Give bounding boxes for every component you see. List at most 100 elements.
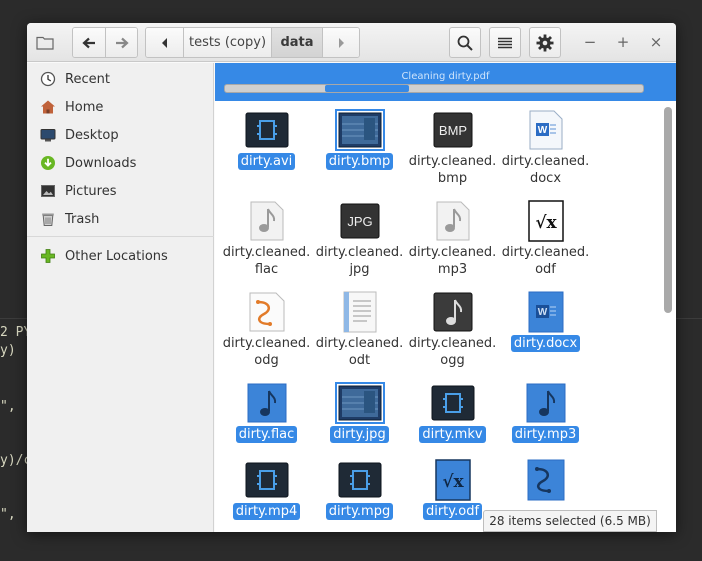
terminal-line: y) — [0, 343, 16, 358]
file-audio-icon — [430, 201, 476, 241]
close-button[interactable]: × — [645, 31, 667, 53]
home-icon — [40, 99, 56, 115]
file-name-label: dirty.flac — [235, 426, 298, 443]
file-item[interactable]: dirty.cleaned. odt — [313, 291, 406, 369]
file-name-label: dirty.cleaned. odg — [222, 336, 311, 368]
sidebar-item-recent[interactable]: Recent — [27, 65, 214, 93]
file-item[interactable]: dirty.mp4 — [220, 461, 313, 520]
sidebar: Recent Home Desktop Downloads Pictures T… — [27, 63, 214, 532]
file-item[interactable]: JPG dirty.cleaned. jpg — [313, 202, 406, 278]
sidebar-item-label: Trash — [65, 211, 100, 227]
sidebar-item-desktop[interactable]: Desktop — [27, 121, 214, 149]
sidebar-item-label: Recent — [65, 71, 110, 87]
file-item[interactable]: BMP dirty.cleaned. bmp — [406, 111, 499, 187]
sidebar-item-other-locations[interactable]: Other Locations — [27, 242, 214, 270]
sidebar-item-home[interactable]: Home — [27, 93, 214, 121]
file-item[interactable]: dirty.flac — [220, 383, 313, 443]
file-name-label: dirty.cleaned. odt — [315, 336, 404, 368]
file-item[interactable]: Wdirty.docx — [499, 291, 592, 352]
file-item[interactable]: dirty.cleaned. mp3 — [406, 201, 499, 278]
sidebar-item-label: Downloads — [65, 155, 137, 171]
file-name-label: dirty.cleaned. flac — [222, 245, 311, 277]
file-view: Cleaning dirty.pdf dirty.avi dirty.bmp BMP… — [215, 63, 676, 532]
minimize-icon: − — [583, 33, 597, 51]
app-menu-button[interactable] — [529, 27, 561, 58]
vertical-scrollbar[interactable] — [664, 107, 672, 313]
file-name-label: dirty.mp3 — [511, 426, 580, 443]
file-item[interactable]: dirty.cleaned. odg — [220, 292, 313, 369]
file-video-icon — [244, 111, 290, 149]
search-button[interactable] — [449, 27, 481, 58]
maximize-button[interactable]: + — [612, 31, 634, 53]
breadcrumb-next-button[interactable] — [322, 28, 359, 57]
file-item[interactable] — [499, 459, 592, 501]
file-formula-icon: √x — [523, 200, 569, 242]
breadcrumb-previous-button[interactable] — [146, 28, 183, 57]
minimize-button[interactable]: − — [579, 31, 601, 53]
file-video-icon — [430, 384, 476, 422]
file-name-label: dirty.cleaned. jpg — [315, 245, 404, 277]
operation-progress: Cleaning dirty.pdf — [215, 63, 676, 101]
file-item[interactable]: Wdirty.cleaned. docx — [499, 110, 592, 187]
breadcrumb-item-tests-copy[interactable]: tests (copy) — [183, 28, 271, 57]
file-item[interactable]: dirty.cleaned. flac — [220, 201, 313, 278]
sidebar-item-trash[interactable]: Trash — [27, 205, 214, 233]
file-formula-icon: √x — [430, 459, 476, 501]
close-icon: × — [649, 33, 663, 51]
list-view-icon — [498, 37, 512, 48]
arrow-left-icon — [82, 37, 95, 48]
list-view-button[interactable] — [489, 27, 521, 58]
back-button[interactable] — [73, 28, 105, 57]
download-icon — [40, 155, 56, 171]
file-item[interactable]: dirty.avi — [220, 111, 313, 170]
svg-text:√x: √x — [535, 213, 557, 233]
navigation-buttons — [72, 27, 138, 58]
breadcrumb-item-data[interactable]: data — [271, 28, 322, 57]
file-video-icon — [337, 461, 383, 499]
file-name-label: dirty.cleaned. odf — [501, 245, 590, 277]
selection-status: 28 items selected (6.5 MB) — [483, 510, 657, 532]
file-audio-icon — [523, 383, 569, 423]
terminal-line: ", — [0, 399, 16, 414]
file-image-icon — [334, 109, 385, 151]
file-name-label: dirty.cleaned. docx — [501, 154, 590, 186]
gear-icon — [536, 34, 554, 51]
file-item[interactable]: dirty.bmp — [313, 109, 406, 170]
file-name-label: dirty.bmp — [325, 153, 394, 170]
file-item[interactable]: dirty.jpg — [313, 382, 406, 443]
file-name-label: dirty.docx — [510, 335, 581, 352]
sidebar-item-downloads[interactable]: Downloads — [27, 149, 214, 177]
file-item[interactable]: dirty.mkv — [406, 384, 499, 443]
file-drawing-icon — [523, 459, 569, 501]
file-item[interactable]: dirty.mpg — [313, 461, 406, 520]
file-bmp-icon: BMP — [430, 111, 476, 149]
clock-icon — [40, 71, 56, 87]
file-audio-icon — [244, 383, 290, 423]
file-item[interactable]: dirty.mp3 — [499, 383, 592, 443]
sidebar-item-label: Pictures — [65, 183, 117, 199]
file-text-icon — [337, 291, 383, 333]
file-audio-icon — [244, 201, 290, 241]
sidebar-item-label: Home — [65, 99, 104, 115]
svg-text:√x: √x — [442, 472, 464, 492]
pictures-icon — [40, 183, 56, 199]
search-icon — [457, 35, 473, 51]
forward-button[interactable] — [105, 28, 137, 57]
sidebar-item-label: Desktop — [65, 127, 119, 143]
arrow-right-icon — [115, 37, 129, 48]
file-name-label: dirty.jpg — [330, 426, 389, 443]
header-bar: tests (copy) data − + × — [27, 23, 676, 62]
folder-button[interactable] — [33, 27, 57, 58]
plus-icon — [40, 248, 56, 264]
svg-text:JPG: JPG — [347, 214, 372, 229]
progress-label: Cleaning dirty.pdf — [401, 71, 490, 82]
svg-text:W: W — [537, 307, 547, 318]
chevron-left-icon — [161, 37, 167, 48]
file-item[interactable]: dirty.cleaned. ogg — [406, 292, 499, 369]
file-name-label: dirty.mkv — [419, 426, 486, 443]
trash-icon — [40, 211, 56, 227]
file-item[interactable]: √x dirty.cleaned. odf — [499, 200, 592, 278]
sidebar-item-pictures[interactable]: Pictures — [27, 177, 214, 205]
breadcrumb: tests (copy) data — [145, 27, 360, 58]
file-drawing-icon — [244, 292, 290, 332]
